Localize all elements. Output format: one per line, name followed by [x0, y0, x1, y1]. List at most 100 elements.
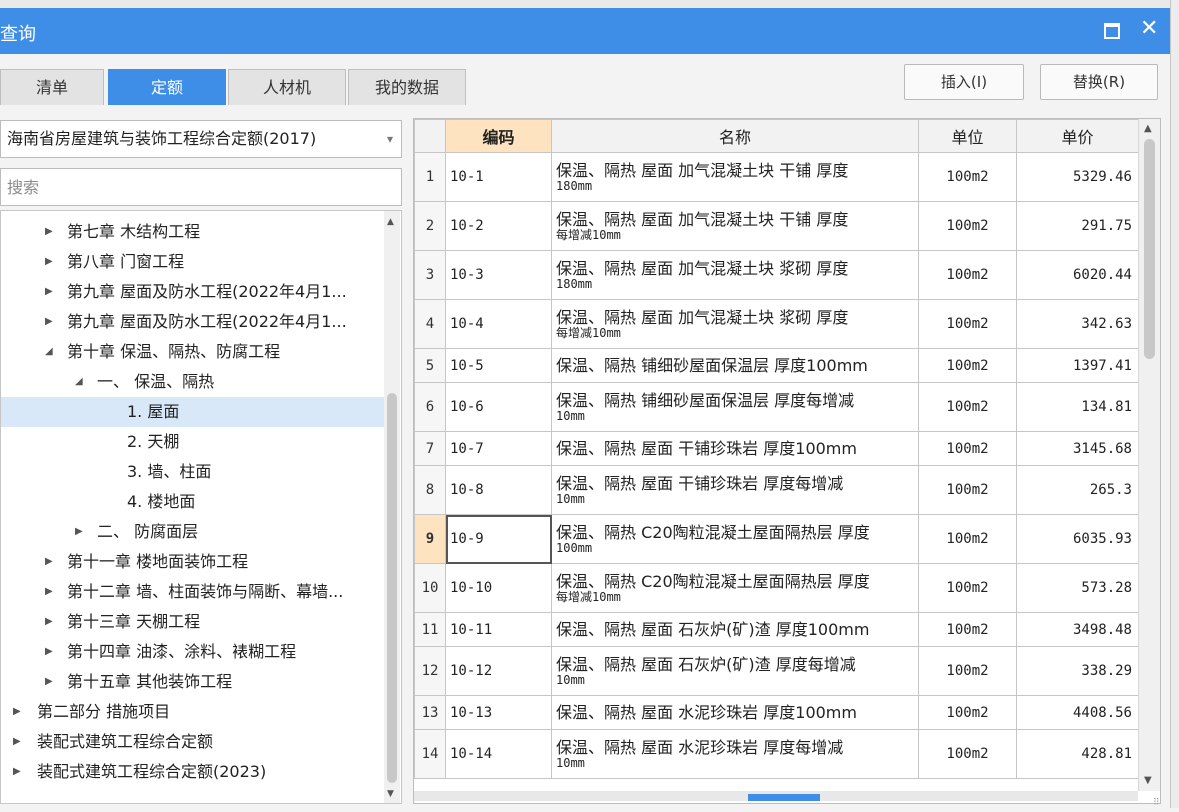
tab-my-data[interactable]: 我的数据: [348, 69, 466, 105]
column-header-code[interactable]: 编码: [445, 119, 552, 153]
expand-arrow-icon[interactable]: ▶: [13, 727, 21, 757]
cell-price[interactable]: 428.81: [1016, 729, 1139, 779]
table-row[interactable]: 6 10-6 保温、隔热 铺细砂屋面保温层 厚度每增减 10mm 100m2 13…: [414, 382, 1139, 432]
table-row[interactable]: 13 10-13 保温、隔热 屋面 水泥珍珠岩 厚度100mm 100m2 44…: [414, 695, 1139, 730]
cell-unit[interactable]: 100m2: [918, 465, 1017, 515]
cell-name[interactable]: 保温、隔热 屋面 干铺珍珠岩 厚度100mm: [551, 431, 919, 466]
expand-arrow-icon[interactable]: ▶: [45, 547, 53, 577]
search-input[interactable]: [1, 169, 389, 205]
cell-price[interactable]: 5329.46: [1016, 152, 1139, 202]
cell-unit[interactable]: 100m2: [918, 514, 1017, 564]
scroll-up-icon[interactable]: ▲: [1144, 123, 1152, 134]
cell-price[interactable]: 291.75: [1016, 201, 1139, 251]
scroll-up-icon[interactable]: ▲: [387, 217, 394, 227]
cell-name[interactable]: 保温、隔热 屋面 水泥珍珠岩 厚度每增减 10mm: [551, 729, 919, 779]
insert-button[interactable]: 插入(I): [904, 64, 1024, 100]
cell-name[interactable]: 保温、隔热 屋面 加气混凝土块 干铺 厚度 180mm: [551, 152, 919, 202]
tree-node[interactable]: ▶ 第八章 门窗工程: [1, 247, 384, 277]
expand-arrow-icon[interactable]: ▶: [45, 217, 53, 247]
cell-name[interactable]: 保温、隔热 C20陶粒混凝土屋面隔热层 厚度 100mm: [551, 514, 919, 564]
table-row[interactable]: 1 10-1 保温、隔热 屋面 加气混凝土块 干铺 厚度 180mm 100m2 …: [414, 152, 1139, 202]
cell-unit[interactable]: 100m2: [918, 299, 1017, 349]
cell-unit[interactable]: 100m2: [918, 431, 1017, 466]
expand-arrow-icon[interactable]: ▶: [13, 757, 21, 787]
tree-node[interactable]: ▶ 装配式建筑工程综合定额(2023): [1, 757, 384, 787]
cell-code[interactable]: 10-3: [445, 250, 552, 300]
cell-unit[interactable]: 100m2: [918, 695, 1017, 730]
tree-scrollbar[interactable]: ▲ ▼: [384, 211, 400, 803]
cell-name[interactable]: 保温、隔热 屋面 加气混凝土块 干铺 厚度 每增减10mm: [551, 201, 919, 251]
cell-name[interactable]: 保温、隔热 铺细砂屋面保温层 厚度100mm: [551, 348, 919, 383]
cell-code[interactable]: 10-1: [445, 152, 552, 202]
scroll-down-icon[interactable]: ▼: [1144, 775, 1152, 786]
tree-node[interactable]: 4. 楼地面: [1, 487, 384, 517]
cell-price[interactable]: 3498.48: [1016, 612, 1139, 647]
resize-grip-icon[interactable]: ⠿: [1153, 799, 1165, 812]
cell-price[interactable]: 3145.68: [1016, 431, 1139, 466]
table-row[interactable]: 10 10-10 保温、隔热 C20陶粒混凝土屋面隔热层 厚度 每增减10mm 1…: [414, 563, 1139, 613]
cell-price[interactable]: 265.3: [1016, 465, 1139, 515]
cell-unit[interactable]: 100m2: [918, 646, 1017, 696]
close-icon[interactable]: ✕: [1140, 17, 1158, 41]
collapse-arrow-icon[interactable]: ◢: [45, 337, 53, 367]
cell-unit[interactable]: 100m2: [918, 152, 1017, 202]
tree-node[interactable]: ▶ 第十二章 墙、柱面装饰与隔断、幕墙...: [1, 577, 384, 607]
tree-node-selected[interactable]: 1. 屋面: [1, 397, 384, 427]
tab-labor-material-machine[interactable]: 人材机: [228, 69, 346, 105]
tree-node[interactable]: ▶ 二、 防腐面层: [1, 517, 384, 547]
tree-scroll-thumb[interactable]: [387, 393, 397, 783]
cell-price[interactable]: 342.63: [1016, 299, 1139, 349]
cell-code[interactable]: 10-12: [445, 646, 552, 696]
quota-library-select[interactable]: 海南省房屋建筑与装饰工程综合定额(2017) ▾: [0, 120, 402, 158]
horizontal-scrollbar[interactable]: [414, 791, 1138, 801]
table-scroll-thumb[interactable]: [1144, 139, 1155, 359]
cell-name[interactable]: 保温、隔热 C20陶粒混凝土屋面隔热层 厚度 每增减10mm: [551, 563, 919, 613]
table-row[interactable]: 11 10-11 保温、隔热 屋面 石灰炉(矿)渣 厚度100mm 100m2 …: [414, 612, 1139, 647]
expand-arrow-icon[interactable]: ▶: [45, 637, 53, 667]
expand-arrow-icon[interactable]: ▶: [45, 667, 53, 697]
tree-node[interactable]: ▶ 第十五章 其他装饰工程: [1, 667, 384, 697]
horizontal-scroll-thumb[interactable]: [748, 794, 820, 801]
cell-price[interactable]: 6020.44: [1016, 250, 1139, 300]
cell-unit[interactable]: 100m2: [918, 250, 1017, 300]
collapse-arrow-icon[interactable]: ◢: [75, 367, 83, 397]
tree-node[interactable]: ▶ 第九章 屋面及防水工程(2022年4月1...: [1, 277, 384, 307]
expand-arrow-icon[interactable]: ▶: [75, 517, 83, 547]
expand-arrow-icon[interactable]: ▶: [13, 697, 21, 727]
cell-unit[interactable]: 100m2: [918, 612, 1017, 647]
expand-arrow-icon[interactable]: ▶: [45, 577, 53, 607]
tree-node[interactable]: ▶ 第七章 木结构工程: [1, 217, 384, 247]
tree-node[interactable]: ▶ 装配式建筑工程综合定额: [1, 727, 384, 757]
cell-unit[interactable]: 100m2: [918, 201, 1017, 251]
tree-node[interactable]: ▶ 第二部分 措施项目: [1, 697, 384, 727]
cell-code[interactable]: 10-13: [445, 695, 552, 730]
cell-unit[interactable]: 100m2: [918, 563, 1017, 613]
chevron-down-icon[interactable]: ▾: [387, 121, 393, 157]
cell-code[interactable]: 10-14: [445, 729, 552, 779]
cell-price[interactable]: 134.81: [1016, 382, 1139, 432]
cell-code-focused[interactable]: 10-9: [445, 514, 552, 564]
cell-code[interactable]: 10-8: [445, 465, 552, 515]
maximize-icon[interactable]: [1104, 23, 1120, 39]
tree-node[interactable]: 2. 天棚: [1, 427, 384, 457]
expand-arrow-icon[interactable]: ▶: [45, 247, 53, 277]
replace-button[interactable]: 替换(R): [1040, 64, 1158, 100]
cell-name[interactable]: 保温、隔热 屋面 水泥珍珠岩 厚度100mm: [551, 695, 919, 730]
tab-quota[interactable]: 定额: [108, 69, 226, 105]
cell-name[interactable]: 保温、隔热 屋面 石灰炉(矿)渣 厚度100mm: [551, 612, 919, 647]
table-row[interactable]: 12 10-12 保温、隔热 屋面 石灰炉(矿)渣 厚度每增减 10mm 100m…: [414, 646, 1139, 696]
dialog-titlebar[interactable]: 查询 ✕: [0, 8, 1170, 54]
expand-arrow-icon[interactable]: ▶: [45, 277, 53, 307]
table-row[interactable]: 8 10-8 保温、隔热 屋面 干铺珍珠岩 厚度每增减 10mm 100m2 26…: [414, 465, 1139, 515]
cell-code[interactable]: 10-2: [445, 201, 552, 251]
cell-price[interactable]: 6035.93: [1016, 514, 1139, 564]
scroll-down-icon[interactable]: ▼: [387, 789, 394, 799]
table-scrollbar[interactable]: ▲ ▼: [1138, 119, 1160, 791]
table-row[interactable]: 5 10-5 保温、隔热 铺细砂屋面保温层 厚度100mm 100m2 1397…: [414, 348, 1139, 383]
column-header-name[interactable]: 名称: [551, 119, 919, 153]
tree-node[interactable]: ◢ 一、 保温、隔热: [1, 367, 384, 397]
table-row[interactable]: 7 10-7 保温、隔热 屋面 干铺珍珠岩 厚度100mm 100m2 3145…: [414, 431, 1139, 466]
cell-code[interactable]: 10-5: [445, 348, 552, 383]
tree-node[interactable]: 3. 墙、柱面: [1, 457, 384, 487]
tree-node[interactable]: ▶ 第九章 屋面及防水工程(2022年4月1...: [1, 307, 384, 337]
